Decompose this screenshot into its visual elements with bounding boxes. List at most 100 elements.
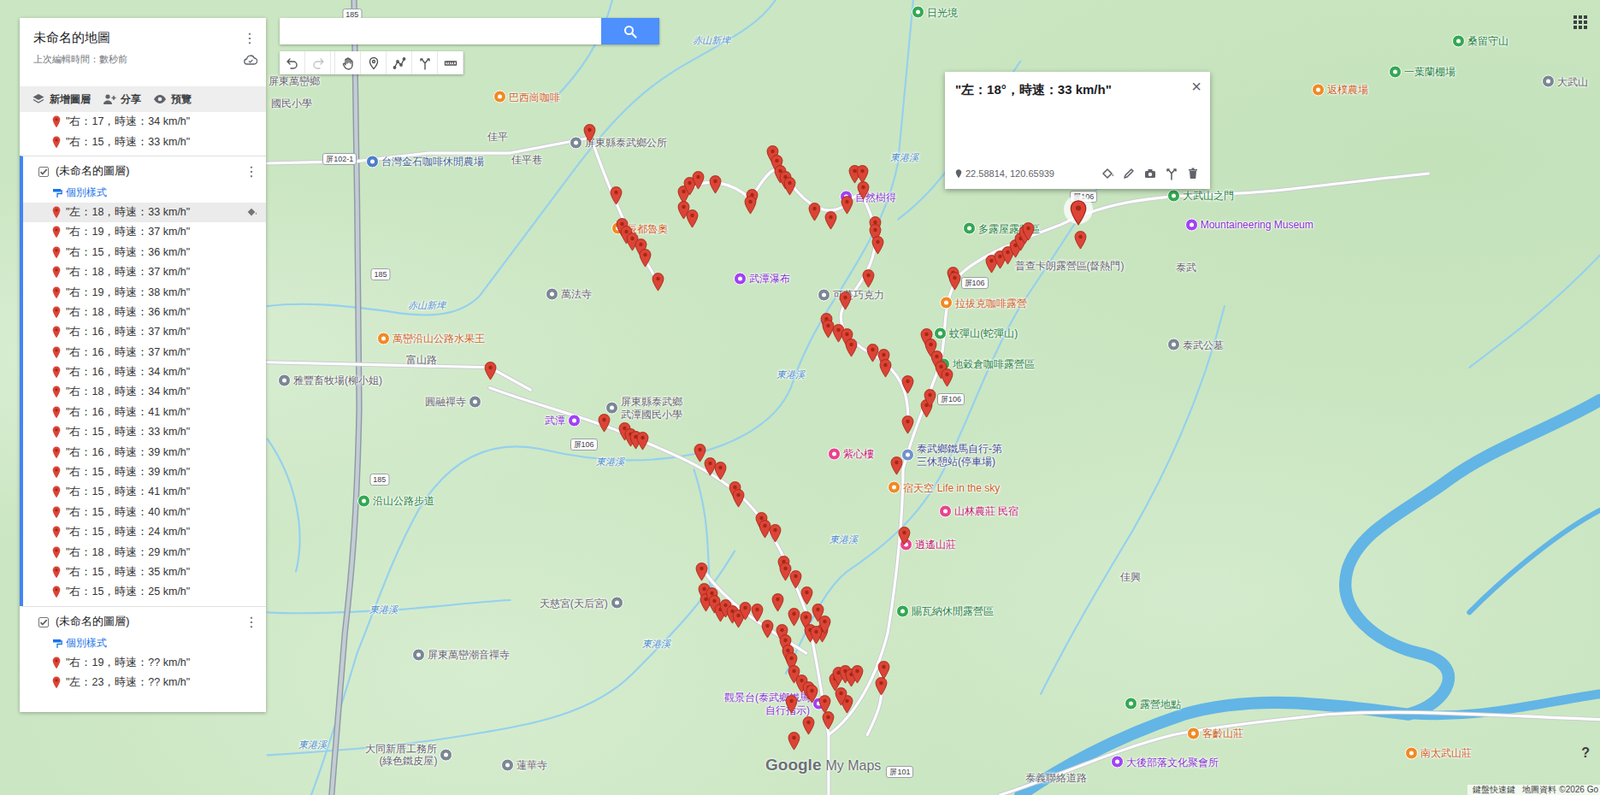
pin-icon[interactable] xyxy=(597,413,611,433)
marker-icon[interactable] xyxy=(52,286,61,300)
place-name[interactable]: 普查卡朗露營區(督熱門) xyxy=(1015,259,1125,272)
place-icon[interactable] xyxy=(610,596,624,610)
pin-icon[interactable] xyxy=(838,291,852,311)
pin-icon[interactable] xyxy=(948,271,962,291)
line-button[interactable] xyxy=(386,51,413,75)
feature-label[interactable]: "右：18，時速：37 km/h" xyxy=(65,265,258,280)
map-pin[interactable] xyxy=(821,711,835,734)
pin-icon[interactable] xyxy=(768,524,782,544)
map-pin[interactable] xyxy=(809,625,823,649)
pin-icon[interactable] xyxy=(771,593,785,613)
place-icon[interactable] xyxy=(468,395,482,409)
place-name[interactable]: 屏東萬巒鄉 xyxy=(268,75,320,88)
feature-item[interactable]: "右：16，時速：37 km/h" xyxy=(23,322,266,343)
pin-icon[interactable] xyxy=(695,562,709,582)
pin-icon[interactable] xyxy=(787,608,801,627)
attraction-icon[interactable] xyxy=(1185,218,1199,231)
place-name[interactable]: 蓮華寺 xyxy=(516,759,548,772)
place-label[interactable]: 露營地點 xyxy=(1124,697,1181,711)
place-name[interactable]: 屏102-1 xyxy=(322,153,357,166)
place-name[interactable]: 南太武山莊 xyxy=(1420,746,1472,759)
share-icon[interactable] xyxy=(102,92,117,107)
pin-icon[interactable] xyxy=(879,359,892,378)
pin-icon[interactable] xyxy=(824,211,838,231)
place-name[interactable]: 一葉蘭棚場 xyxy=(1404,64,1456,77)
place-label[interactable]: 佳平 xyxy=(487,130,508,143)
action-label[interactable]: 分享 xyxy=(120,92,142,107)
map-pin[interactable] xyxy=(695,562,709,585)
map-pin[interactable] xyxy=(850,665,864,688)
map-pin[interactable] xyxy=(785,695,798,718)
feature-item[interactable]: "右：18，時速：34 km/h" xyxy=(23,382,266,402)
place-label[interactable]: 武潭 xyxy=(544,413,581,427)
map-pin[interactable] xyxy=(787,608,801,631)
map-pin[interactable] xyxy=(708,175,722,198)
food-icon[interactable] xyxy=(493,90,507,104)
map-pin[interactable] xyxy=(771,593,785,616)
feature-item[interactable]: "右：15，時速：33 km/h" xyxy=(23,422,266,443)
place-label[interactable]: 地穀倉咖啡露營區 xyxy=(937,357,1035,371)
place-name[interactable]: 沿山公路步道 xyxy=(372,495,435,508)
pin-icon[interactable] xyxy=(890,456,904,476)
help-button[interactable]: ? xyxy=(1581,745,1590,762)
place-name[interactable]: 屏東縣泰武鄉公所 xyxy=(584,136,668,149)
pin-icon[interactable] xyxy=(761,619,774,639)
feature-label[interactable]: "左：18，時速：33 km/h" xyxy=(65,205,241,220)
feature-item[interactable]: "右：15，時速：36 km/h" xyxy=(23,242,266,263)
park-icon[interactable] xyxy=(1124,697,1138,711)
paint-roller-icon[interactable] xyxy=(52,188,63,199)
layer-header[interactable]: (未命名的圖層)⋮ xyxy=(23,610,266,635)
feature-label[interactable]: "右：15，時速：36 km/h" xyxy=(65,245,258,260)
place-label[interactable]: 國民小學 xyxy=(271,96,313,109)
pin-icon[interactable] xyxy=(877,661,891,680)
feature-label[interactable]: "右：19，時速：?? km/h" xyxy=(65,655,258,671)
directions-icon[interactable] xyxy=(1164,166,1179,181)
place-name[interactable]: 圓融禪寺 xyxy=(425,395,467,408)
layer-menu-button[interactable]: ⋮ xyxy=(243,614,260,631)
map-pin[interactable] xyxy=(789,570,803,593)
pin-icon[interactable] xyxy=(714,461,727,481)
hand-button[interactable] xyxy=(334,51,361,75)
place-name[interactable]: 東港溪 xyxy=(596,456,625,468)
place-name[interactable]: 大武山 xyxy=(1557,75,1589,88)
water-label[interactable]: 東港溪 xyxy=(776,370,805,382)
pin-icon[interactable] xyxy=(897,526,911,546)
place-name[interactable]: 紫心樓 xyxy=(843,448,874,461)
map-pin[interactable] xyxy=(802,716,815,739)
pin-icon[interactable] xyxy=(636,431,650,451)
feature-label[interactable]: "右：18，時速：36 km/h" xyxy=(65,305,258,320)
map-pin[interactable] xyxy=(691,171,705,194)
feature-item[interactable]: "右：15，時速：25 km/h" xyxy=(23,582,266,603)
feature-item[interactable]: "右：16，時速：41 km/h" xyxy=(23,402,266,423)
place-name[interactable]: 東港溪 xyxy=(776,370,805,382)
place-name[interactable]: 佳興 xyxy=(1120,571,1141,584)
place-label[interactable]: 萬巒沿山公路水果王 xyxy=(377,332,485,346)
place-label[interactable]: 返樸農場 xyxy=(1311,83,1369,97)
place-label[interactable]: 屏東萬巒潮音禪寺 xyxy=(412,649,510,662)
feature-item[interactable]: "左：23，時速：?? km/h" xyxy=(23,673,266,693)
place-name[interactable]: 屏106 xyxy=(570,438,598,451)
road-shield[interactable]: 屏106 xyxy=(937,393,965,406)
pin-icon[interactable] xyxy=(802,716,815,736)
place-name[interactable]: 大武山之門 xyxy=(1182,189,1234,202)
marker-icon[interactable] xyxy=(52,135,61,149)
water-label[interactable]: 東港溪 xyxy=(890,152,919,164)
keyboard-shortcuts-link[interactable]: 鍵盤快速鍵 xyxy=(1472,785,1516,795)
place-name[interactable]: 屏101 xyxy=(885,766,914,779)
route-icon[interactable] xyxy=(418,56,432,71)
food-icon[interactable] xyxy=(939,296,953,310)
place-icon[interactable] xyxy=(1541,75,1555,89)
checkmark-icon[interactable] xyxy=(39,167,48,177)
place-label[interactable]: 泰武公墓 xyxy=(1167,338,1224,352)
pin-icon[interactable] xyxy=(834,687,848,707)
action-label[interactable]: 新增圖層 xyxy=(49,92,91,107)
action-label[interactable]: 預覽 xyxy=(171,92,192,107)
map-pin[interactable] xyxy=(871,236,885,259)
feature-label[interactable]: "右：15，時速：24 km/h" xyxy=(65,525,258,540)
trash-icon[interactable] xyxy=(1186,166,1200,181)
place-name[interactable]: 屏106 xyxy=(961,277,989,290)
place-name[interactable]: 屏106 xyxy=(937,393,965,406)
pin-icon[interactable] xyxy=(484,361,497,381)
undo-icon[interactable] xyxy=(285,56,300,71)
checkmark-icon[interactable] xyxy=(39,618,48,627)
